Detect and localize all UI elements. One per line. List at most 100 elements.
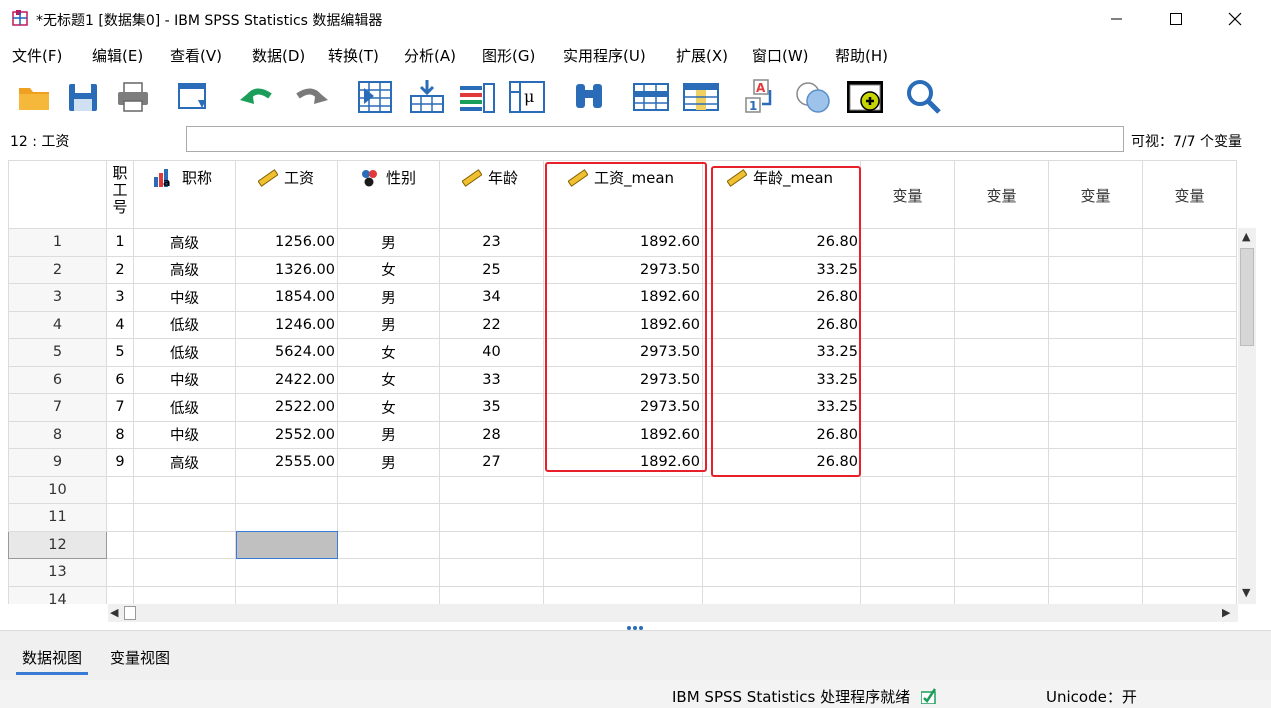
cell-age[interactable]: 23	[439, 228, 544, 257]
cell-empty[interactable]	[954, 228, 1049, 257]
cell-empty[interactable]	[860, 365, 955, 394]
row-header[interactable]: 6	[8, 365, 107, 394]
cell-empty[interactable]	[1048, 420, 1143, 449]
cell-age[interactable]: 25	[439, 255, 544, 284]
cell-age[interactable]: 28	[439, 420, 544, 449]
column-header-age[interactable]: 年龄	[439, 160, 544, 229]
split-file-icon[interactable]: A 1	[744, 78, 782, 116]
cell-empty[interactable]	[1142, 530, 1237, 559]
cell-empty[interactable]	[954, 338, 1049, 367]
corner-cell[interactable]	[8, 160, 107, 229]
cell-gender[interactable]: 女	[337, 393, 440, 422]
cell-empty[interactable]	[860, 558, 955, 587]
cell-empty[interactable]	[860, 310, 955, 339]
cell-empty[interactable]	[954, 283, 1049, 312]
scroll-right-icon[interactable]: ▶	[1222, 606, 1230, 619]
cell-empty[interactable]	[702, 530, 861, 559]
cell-empty[interactable]	[860, 585, 955, 604]
cell-age[interactable]: 33	[439, 365, 544, 394]
column-header-id[interactable]: 职工号	[106, 160, 134, 229]
cell-empty[interactable]	[1142, 255, 1237, 284]
cell-gender[interactable]: 女	[337, 338, 440, 367]
vertical-scroll-thumb[interactable]	[1240, 248, 1254, 346]
cell-age-mean[interactable]: 26.80	[702, 310, 861, 339]
cell-empty[interactable]	[106, 503, 134, 532]
row-header[interactable]: 9	[8, 448, 107, 477]
cell-empty[interactable]	[1048, 310, 1143, 339]
column-header-salary[interactable]: 工资	[235, 160, 338, 229]
cell-id[interactable]: 1	[106, 228, 134, 257]
cell-empty[interactable]	[1048, 585, 1143, 604]
cell-empty[interactable]	[1048, 365, 1143, 394]
horizontal-scrollbar[interactable]: ◀ ▶	[108, 604, 1238, 622]
cell-gender[interactable]: 女	[337, 365, 440, 394]
menu-help[interactable]: 帮助(H)	[835, 45, 888, 66]
menu-utilities[interactable]: 实用程序(U)	[563, 45, 646, 66]
menu-analyze[interactable]: 分析(A)	[404, 45, 456, 66]
weight-cases-icon[interactable]	[794, 78, 832, 116]
cell-empty[interactable]	[543, 503, 703, 532]
cell-title[interactable]: 高级	[133, 255, 236, 284]
select-cases-icon[interactable]	[846, 78, 884, 116]
cell-gender[interactable]: 男	[337, 448, 440, 477]
horizontal-scroll-thumb[interactable]	[124, 606, 136, 620]
cell-empty[interactable]	[1048, 448, 1143, 477]
column-header-empty[interactable]: 变量	[860, 160, 955, 229]
cell-age[interactable]: 22	[439, 310, 544, 339]
cell-age-mean[interactable]: 33.25	[702, 393, 861, 422]
cell-age[interactable]: 34	[439, 283, 544, 312]
scroll-up-icon[interactable]: ▲	[1242, 230, 1250, 243]
row-header[interactable]: 2	[8, 255, 107, 284]
scroll-down-icon[interactable]: ▼	[1242, 586, 1250, 599]
cell-age-mean[interactable]: 33.25	[702, 255, 861, 284]
cell-empty[interactable]	[1142, 393, 1237, 422]
cell-empty[interactable]	[133, 558, 236, 587]
cell-gender[interactable]: 男	[337, 283, 440, 312]
scroll-left-icon[interactable]: ◀	[110, 606, 118, 619]
cell-salary-mean[interactable]: 2973.50	[543, 338, 703, 367]
cell-empty[interactable]	[1048, 503, 1143, 532]
row-header[interactable]: 4	[8, 310, 107, 339]
cell-empty[interactable]	[954, 255, 1049, 284]
cell-salary-mean[interactable]: 2973.50	[543, 393, 703, 422]
menu-graphs[interactable]: 图形(G)	[482, 45, 535, 66]
cell-empty[interactable]	[860, 338, 955, 367]
row-header[interactable]: 12	[8, 530, 107, 559]
cell-empty[interactable]	[1142, 475, 1237, 504]
cell-salary[interactable]: 2522.00	[235, 393, 338, 422]
print-icon[interactable]	[114, 78, 152, 116]
cell-age-mean[interactable]: 33.25	[702, 365, 861, 394]
cell-empty[interactable]	[954, 585, 1049, 604]
cell-salary-mean[interactable]: 1892.60	[543, 283, 703, 312]
cell-empty[interactable]	[954, 365, 1049, 394]
cell-empty[interactable]	[439, 503, 544, 532]
cell-empty[interactable]	[235, 585, 338, 604]
cell-salary[interactable]: 1246.00	[235, 310, 338, 339]
cell-empty[interactable]	[954, 393, 1049, 422]
cell-age-mean[interactable]: 26.80	[702, 283, 861, 312]
cell-empty[interactable]	[954, 558, 1049, 587]
open-folder-icon[interactable]	[16, 78, 54, 116]
cell-id[interactable]: 6	[106, 365, 134, 394]
cell-age-mean[interactable]: 26.80	[702, 448, 861, 477]
cell-empty[interactable]	[439, 585, 544, 604]
cell-empty[interactable]	[543, 530, 703, 559]
active-cell[interactable]	[235, 530, 338, 559]
cell-empty[interactable]	[860, 475, 955, 504]
column-header-title[interactable]: a 职称	[133, 160, 236, 229]
row-header[interactable]: 13	[8, 558, 107, 587]
insert-cases-icon[interactable]	[632, 78, 670, 116]
cell-salary-mean[interactable]: 1892.60	[543, 448, 703, 477]
save-icon[interactable]	[64, 78, 102, 116]
redo-icon[interactable]	[292, 78, 330, 116]
cell-empty[interactable]	[1142, 420, 1237, 449]
cell-empty[interactable]	[702, 558, 861, 587]
cell-id[interactable]: 4	[106, 310, 134, 339]
cell-empty[interactable]	[860, 448, 955, 477]
cell-age[interactable]: 40	[439, 338, 544, 367]
cell-title[interactable]: 高级	[133, 448, 236, 477]
cell-empty[interactable]	[860, 393, 955, 422]
cell-empty[interactable]	[860, 255, 955, 284]
cell-age-mean[interactable]: 26.80	[702, 228, 861, 257]
cell-salary-mean[interactable]: 2973.50	[543, 255, 703, 284]
